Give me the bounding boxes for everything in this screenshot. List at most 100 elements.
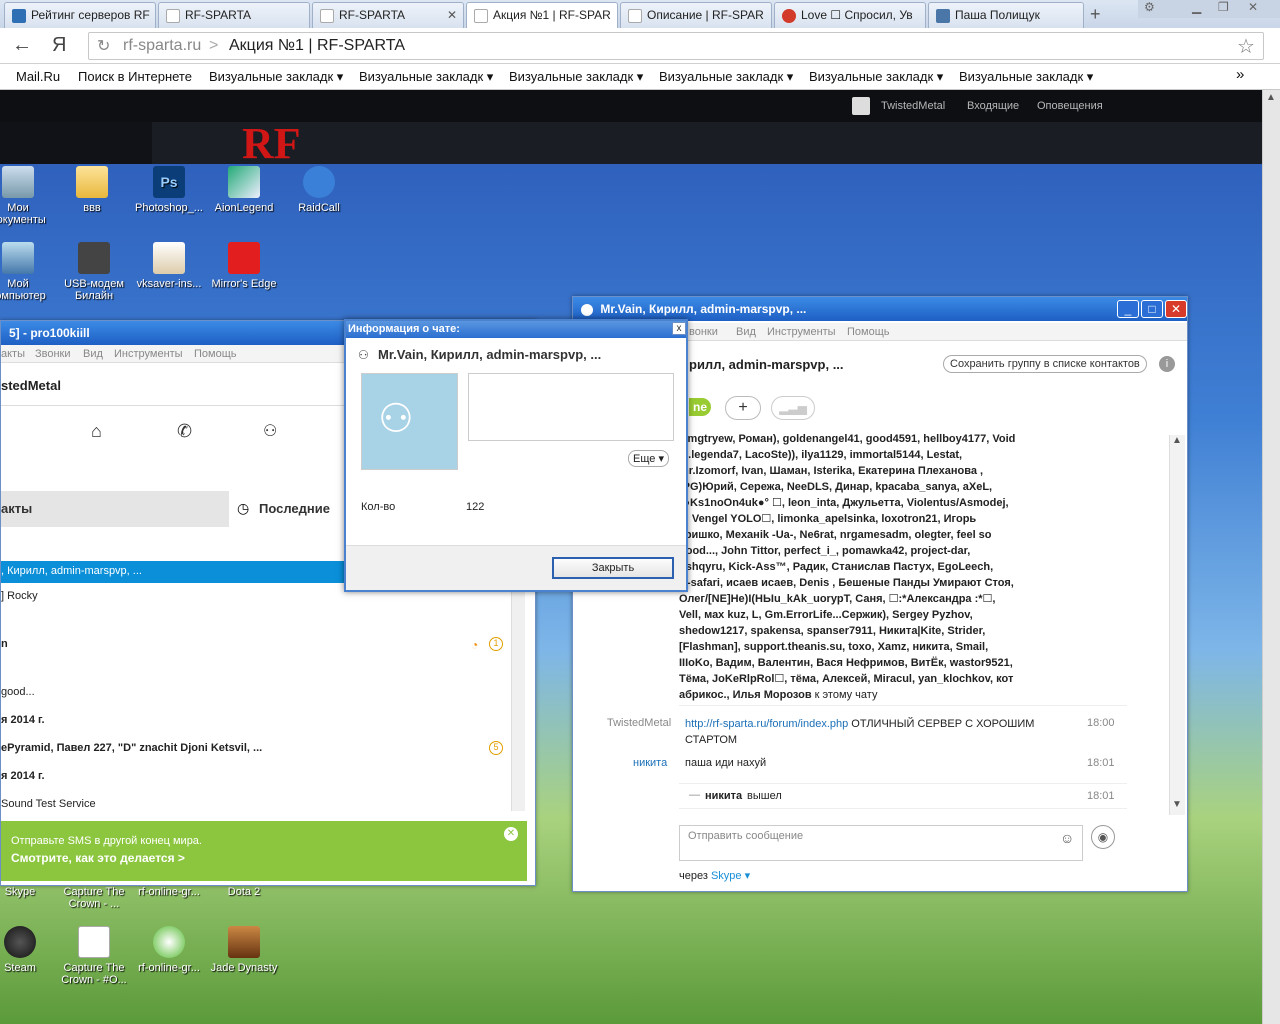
- site-alerts-link[interactable]: Оповещения: [1037, 100, 1103, 112]
- tab-rating[interactable]: Рейтинг серверов RF: [4, 2, 156, 28]
- list-item[interactable]: Sound Test Service: [1, 798, 96, 810]
- desktop-icon-skype[interactable]: Skype: [0, 886, 58, 898]
- via-skype-dropdown[interactable]: Skype ▾: [711, 870, 750, 882]
- desktop-icon-usb-modem[interactable]: USB-модем Билайн: [56, 242, 132, 302]
- desktop-icon-jade-dynasty[interactable]: Jade Dynasty: [206, 926, 282, 974]
- info-icon[interactable]: i: [1159, 356, 1175, 372]
- bookmark-visual-5[interactable]: Визуальные закладк ▾: [809, 69, 943, 85]
- close-tab-icon[interactable]: ✕: [447, 8, 457, 22]
- back-icon[interactable]: ←: [12, 34, 32, 57]
- list-item[interactable]: good...: [1, 686, 35, 698]
- menu-calls[interactable]: Звонки: [35, 348, 71, 360]
- menu-help[interactable]: Помощь: [847, 326, 890, 338]
- scroll-up-icon[interactable]: ▲: [1266, 92, 1276, 103]
- group-icon[interactable]: ⚇: [263, 421, 277, 441]
- list-scrollbar[interactable]: [511, 591, 525, 811]
- message-time: 18:01: [1087, 790, 1115, 802]
- chat-titlebar[interactable]: Mr.Vain, Кирилл, admin-marspvp, ...: [573, 297, 1187, 321]
- close-icon[interactable]: ✕: [1248, 0, 1258, 14]
- add-participant-button[interactable]: +: [725, 396, 761, 420]
- new-tab-button[interactable]: +: [1090, 4, 1101, 25]
- desktop-icon-steam[interactable]: Steam: [0, 926, 58, 974]
- address-bar-row: ← Я ↻ rf-sparta.ru > Акция №1 | RF-SPART…: [0, 28, 1280, 64]
- tab-vk[interactable]: Паша Полищук: [928, 2, 1084, 28]
- emoticon-icon[interactable]: ☺: [1060, 830, 1074, 846]
- avatar[interactable]: [852, 97, 870, 115]
- chat-scrollbar[interactable]: ▲ ▼: [1169, 435, 1185, 815]
- desktop-icon-my-computer[interactable]: Мой компьютер: [0, 242, 56, 302]
- message-input[interactable]: Отправить сообщение ☺: [679, 825, 1083, 861]
- site-user-link[interactable]: TwistedMetal: [881, 100, 945, 112]
- maximize-icon[interactable]: □: [1141, 300, 1163, 318]
- tab-contacts[interactable]: акты: [1, 491, 229, 527]
- desktop-icon-rf-online-2[interactable]: rf-online-gr...: [131, 926, 207, 974]
- tab-rf-sparta-2[interactable]: RF-SPARTA ✕: [312, 2, 464, 28]
- bookmark-visual-3[interactable]: Визуальные закладк ▾: [509, 69, 643, 85]
- close-button[interactable]: Закрыть: [552, 557, 674, 579]
- desktop-icon-vvv[interactable]: ввв: [54, 166, 130, 214]
- menu-tools[interactable]: Инструменты: [767, 326, 836, 338]
- desktop-icon-ctc-1[interactable]: Capture The Crown - ...: [56, 886, 132, 910]
- close-icon[interactable]: x: [672, 322, 686, 335]
- site-inbox-link[interactable]: Входящие: [967, 100, 1019, 112]
- bookmarks-more-icon[interactable]: »: [1236, 66, 1244, 83]
- list-item[interactable]: ] Rocky: [1, 590, 38, 602]
- bookmark-search[interactable]: Поиск в Интернете: [78, 69, 192, 84]
- list-item[interactable]: ePyramid, Павел 227, "D" znachit Djoni K…: [1, 742, 262, 754]
- desktop-icon-ctc-2[interactable]: Capture The Crown - #O...: [56, 926, 132, 986]
- desktop-icon-vksaver[interactable]: vksaver-ins...: [131, 242, 207, 290]
- menu-tools[interactable]: Инструменты: [114, 348, 183, 360]
- home-icon[interactable]: ⌂: [91, 421, 102, 442]
- scroll-up-icon[interactable]: ▲: [1172, 435, 1182, 446]
- profile-name[interactable]: stedMetal: [1, 378, 61, 393]
- promo-link[interactable]: Смотрите, как это делается >: [11, 851, 185, 865]
- vk-icon: [936, 9, 950, 23]
- bookmark-visual-1[interactable]: Визуальные закладк ▾: [209, 69, 343, 85]
- page-scrollbar[interactable]: ▲: [1262, 90, 1280, 1024]
- tab-akciya[interactable]: Акция №1 | RF-SPAR: [466, 2, 618, 29]
- desktop-icon-my-docs[interactable]: Мои документы: [0, 166, 56, 226]
- desktop-icon-dota2[interactable]: Dota 2: [206, 886, 282, 898]
- yandex-icon[interactable]: Я: [52, 34, 66, 57]
- topic-field[interactable]: [468, 373, 674, 441]
- close-icon[interactable]: ✕: [1165, 300, 1187, 318]
- site-logo[interactable]: RF: [242, 122, 301, 166]
- desktop-icon-rf-online-1[interactable]: rf-online-gr...: [131, 886, 207, 898]
- send-icon[interactable]: ◉: [1091, 825, 1115, 849]
- tab-love[interactable]: Love ☐ Спросил, Ув: [774, 2, 926, 28]
- bookmark-visual-6[interactable]: Визуальные закладк ▾: [959, 69, 1093, 85]
- phone-icon[interactable]: ✆: [177, 421, 192, 442]
- settings-icon[interactable]: ⚙: [1144, 0, 1155, 14]
- restore-icon[interactable]: ❐: [1218, 0, 1229, 14]
- desktop-icon-aionlegend[interactable]: AionLegend: [206, 166, 282, 214]
- desktop-icon-photoshop[interactable]: Ps Photoshop_...: [131, 166, 207, 214]
- desktop-icon-raidcall[interactable]: RaidCall: [281, 166, 357, 214]
- video-call-button[interactable]: ne: [689, 398, 712, 416]
- tab-opisanie[interactable]: Описание | RF-SPAR: [620, 2, 772, 28]
- minimize-icon[interactable]: _: [1117, 300, 1139, 318]
- menu-contacts[interactable]: акты: [1, 348, 25, 360]
- reload-icon[interactable]: ↻: [97, 36, 110, 56]
- signal-strength-icon[interactable]: ▂▃▅: [771, 396, 815, 420]
- url-field[interactable]: ↻ rf-sparta.ru > Акция №1 | RF-SPARTA ☆: [88, 32, 1264, 60]
- bookmark-visual-4[interactable]: Визуальные закладк ▾: [659, 69, 793, 85]
- bookmark-mailru[interactable]: Mail.Ru: [16, 69, 60, 84]
- signal-icon: ◔: [471, 638, 479, 652]
- menu-view[interactable]: Вид: [736, 326, 756, 338]
- save-group-button[interactable]: Сохранить группу в списке контактов: [943, 355, 1147, 373]
- bookmark-visual-2[interactable]: Визуальные закладк ▾: [359, 69, 493, 85]
- menu-help[interactable]: Помощь: [194, 348, 237, 360]
- tab-rf-sparta-1[interactable]: RF-SPARTA: [158, 2, 310, 28]
- star-icon[interactable]: ☆: [1237, 34, 1255, 59]
- minimize-icon[interactable]: ▁: [1192, 0, 1201, 14]
- message-link[interactable]: http://rf-sparta.ru/forum/index.php: [685, 718, 848, 730]
- close-promo-icon[interactable]: ✕: [504, 827, 518, 841]
- more-dropdown[interactable]: Еще ▾: [628, 450, 669, 467]
- desktop-icon-mirrors-edge[interactable]: Mirror's Edge: [206, 242, 282, 290]
- scroll-down-icon[interactable]: ▼: [1172, 799, 1182, 810]
- dialog-titlebar[interactable]: Информация о чате:: [346, 321, 686, 338]
- menu-calls[interactable]: вонки: [689, 326, 718, 338]
- list-item[interactable]: n: [1, 638, 8, 650]
- menu-view[interactable]: Вид: [83, 348, 103, 360]
- sms-promo-banner[interactable]: Отправьте SMS в другой конец мира. Смотр…: [1, 821, 527, 881]
